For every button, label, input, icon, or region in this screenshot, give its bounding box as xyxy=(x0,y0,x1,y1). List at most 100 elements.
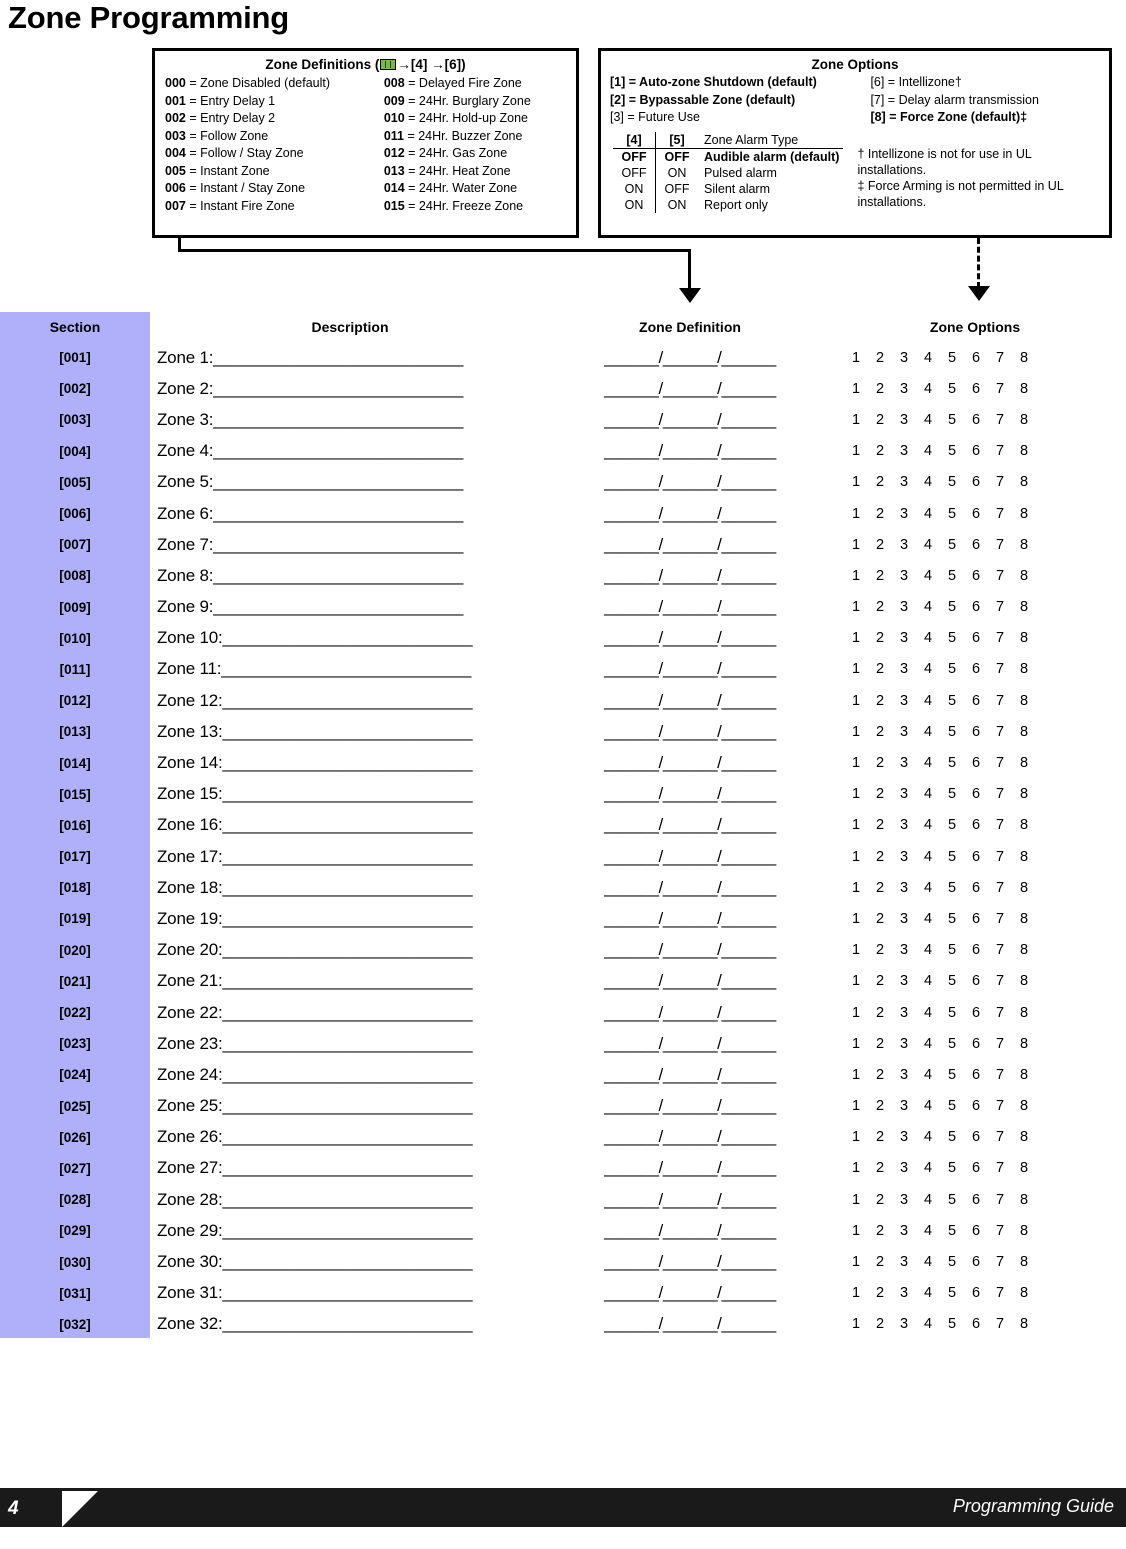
zone-option-toggle-2[interactable]: 2 xyxy=(876,1316,900,1332)
zone-option-toggle-4[interactable]: 4 xyxy=(924,506,948,522)
zone-option-toggle-6[interactable]: 6 xyxy=(972,412,996,428)
zone-option-toggle-7[interactable]: 7 xyxy=(996,693,1020,709)
zone-option-toggle-7[interactable]: 7 xyxy=(996,1129,1020,1145)
zone-option-toggle-3[interactable]: 3 xyxy=(900,537,924,553)
zone-option-toggle-3[interactable]: 3 xyxy=(900,474,924,490)
zone-option-toggle-3[interactable]: 3 xyxy=(900,693,924,709)
zone-description-field[interactable]: Zone 26:___________________________ xyxy=(150,1127,550,1147)
zone-option-toggle-5[interactable]: 5 xyxy=(948,1005,972,1021)
zone-option-toggle-7[interactable]: 7 xyxy=(996,630,1020,646)
zone-option-toggle-8[interactable]: 8 xyxy=(1020,880,1044,896)
zone-option-toggle-4[interactable]: 4 xyxy=(924,849,948,865)
zone-definition-blanks[interactable]: ______/______/______ xyxy=(550,909,830,929)
zone-option-toggle-4[interactable]: 4 xyxy=(924,1067,948,1083)
zone-description-blank[interactable]: ___________________________ xyxy=(213,566,463,585)
zone-option-toggle-3[interactable]: 3 xyxy=(900,1223,924,1239)
zone-option-toggle-5[interactable]: 5 xyxy=(948,1254,972,1270)
zone-option-toggle-6[interactable]: 6 xyxy=(972,1005,996,1021)
zone-description-blank[interactable]: ___________________________ xyxy=(223,1096,473,1115)
zone-option-toggle-8[interactable]: 8 xyxy=(1020,942,1044,958)
zone-option-toggle-3[interactable]: 3 xyxy=(900,942,924,958)
zone-option-toggle-8[interactable]: 8 xyxy=(1020,661,1044,677)
zone-description-blank[interactable]: ___________________________ xyxy=(213,441,463,460)
zone-description-field[interactable]: Zone 14:___________________________ xyxy=(150,753,550,773)
zone-option-toggle-4[interactable]: 4 xyxy=(924,880,948,896)
zone-option-toggle-3[interactable]: 3 xyxy=(900,1192,924,1208)
zone-option-toggle-5[interactable]: 5 xyxy=(948,942,972,958)
zone-description-blank[interactable]: ___________________________ xyxy=(213,379,463,398)
zone-option-toggle-8[interactable]: 8 xyxy=(1020,506,1044,522)
zone-option-toggle-7[interactable]: 7 xyxy=(996,1316,1020,1332)
zone-option-toggle-4[interactable]: 4 xyxy=(924,381,948,397)
zone-option-toggle-3[interactable]: 3 xyxy=(900,350,924,366)
zone-option-toggle-8[interactable]: 8 xyxy=(1020,1036,1044,1052)
zone-description-blank[interactable]: ___________________________ xyxy=(223,878,473,897)
zone-description-field[interactable]: Zone 7:___________________________ xyxy=(150,535,550,555)
zone-option-toggle-2[interactable]: 2 xyxy=(876,599,900,615)
zone-description-field[interactable]: Zone 20:___________________________ xyxy=(150,940,550,960)
zone-option-toggle-5[interactable]: 5 xyxy=(948,973,972,989)
zone-option-toggle-2[interactable]: 2 xyxy=(876,506,900,522)
zone-option-toggle-4[interactable]: 4 xyxy=(924,350,948,366)
zone-option-toggle-3[interactable]: 3 xyxy=(900,1316,924,1332)
zone-option-toggle-4[interactable]: 4 xyxy=(924,1192,948,1208)
zone-option-toggle-2[interactable]: 2 xyxy=(876,1223,900,1239)
zone-option-toggle-3[interactable]: 3 xyxy=(900,1005,924,1021)
zone-description-field[interactable]: Zone 18:___________________________ xyxy=(150,878,550,898)
zone-description-blank[interactable]: ___________________________ xyxy=(213,472,463,491)
zone-option-toggle-6[interactable]: 6 xyxy=(972,1160,996,1176)
zone-description-field[interactable]: Zone 9:___________________________ xyxy=(150,597,550,617)
zone-option-toggle-3[interactable]: 3 xyxy=(900,755,924,771)
zone-definition-blanks[interactable]: ______/______/______ xyxy=(550,1065,830,1085)
zone-option-toggle-4[interactable]: 4 xyxy=(924,693,948,709)
zone-option-toggle-3[interactable]: 3 xyxy=(900,661,924,677)
zone-description-field[interactable]: Zone 23:___________________________ xyxy=(150,1034,550,1054)
zone-description-blank[interactable]: ___________________________ xyxy=(223,691,473,710)
zone-description-field[interactable]: Zone 10:___________________________ xyxy=(150,628,550,648)
zone-option-toggle-1[interactable]: 1 xyxy=(852,350,876,366)
zone-option-toggle-4[interactable]: 4 xyxy=(924,630,948,646)
zone-option-toggle-1[interactable]: 1 xyxy=(852,661,876,677)
zone-option-toggle-1[interactable]: 1 xyxy=(852,474,876,490)
zone-option-toggle-1[interactable]: 1 xyxy=(852,1098,876,1114)
zone-option-toggle-1[interactable]: 1 xyxy=(852,599,876,615)
zone-option-toggle-4[interactable]: 4 xyxy=(924,786,948,802)
zone-option-toggle-5[interactable]: 5 xyxy=(948,568,972,584)
zone-option-toggle-4[interactable]: 4 xyxy=(924,1160,948,1176)
zone-option-toggle-1[interactable]: 1 xyxy=(852,1160,876,1176)
zone-option-toggle-3[interactable]: 3 xyxy=(900,568,924,584)
zone-option-toggle-2[interactable]: 2 xyxy=(876,474,900,490)
zone-description-blank[interactable]: ___________________________ xyxy=(223,1127,473,1146)
zone-option-toggle-7[interactable]: 7 xyxy=(996,661,1020,677)
zone-option-toggle-6[interactable]: 6 xyxy=(972,1316,996,1332)
zone-description-blank[interactable]: ___________________________ xyxy=(223,784,473,803)
zone-option-toggle-8[interactable]: 8 xyxy=(1020,630,1044,646)
zone-description-blank[interactable]: ___________________________ xyxy=(213,535,463,554)
zone-option-toggle-6[interactable]: 6 xyxy=(972,1036,996,1052)
zone-definition-blanks[interactable]: ______/______/______ xyxy=(550,1221,830,1241)
zone-option-toggle-8[interactable]: 8 xyxy=(1020,1192,1044,1208)
zone-option-toggle-6[interactable]: 6 xyxy=(972,350,996,366)
zone-option-toggle-4[interactable]: 4 xyxy=(924,1316,948,1332)
zone-option-toggle-8[interactable]: 8 xyxy=(1020,1005,1044,1021)
zone-definition-blanks[interactable]: ______/______/______ xyxy=(550,628,830,648)
zone-option-toggle-4[interactable]: 4 xyxy=(924,537,948,553)
zone-option-toggle-1[interactable]: 1 xyxy=(852,1005,876,1021)
zone-option-toggle-4[interactable]: 4 xyxy=(924,1005,948,1021)
zone-option-toggle-2[interactable]: 2 xyxy=(876,849,900,865)
zone-description-blank[interactable]: ___________________________ xyxy=(223,909,473,928)
zone-option-toggle-1[interactable]: 1 xyxy=(852,911,876,927)
zone-description-field[interactable]: Zone 2:___________________________ xyxy=(150,379,550,399)
zone-description-blank[interactable]: ___________________________ xyxy=(223,1065,473,1084)
zone-option-toggle-4[interactable]: 4 xyxy=(924,1036,948,1052)
zone-option-toggle-8[interactable]: 8 xyxy=(1020,412,1044,428)
zone-option-toggle-8[interactable]: 8 xyxy=(1020,350,1044,366)
zone-option-toggle-5[interactable]: 5 xyxy=(948,1285,972,1301)
zone-option-toggle-4[interactable]: 4 xyxy=(924,1129,948,1145)
zone-option-toggle-1[interactable]: 1 xyxy=(852,1129,876,1145)
zone-definition-blanks[interactable]: ______/______/______ xyxy=(550,847,830,867)
zone-option-toggle-8[interactable]: 8 xyxy=(1020,817,1044,833)
zone-option-toggle-1[interactable]: 1 xyxy=(852,381,876,397)
zone-description-field[interactable]: Zone 31:___________________________ xyxy=(150,1283,550,1303)
zone-option-toggle-6[interactable]: 6 xyxy=(972,1223,996,1239)
